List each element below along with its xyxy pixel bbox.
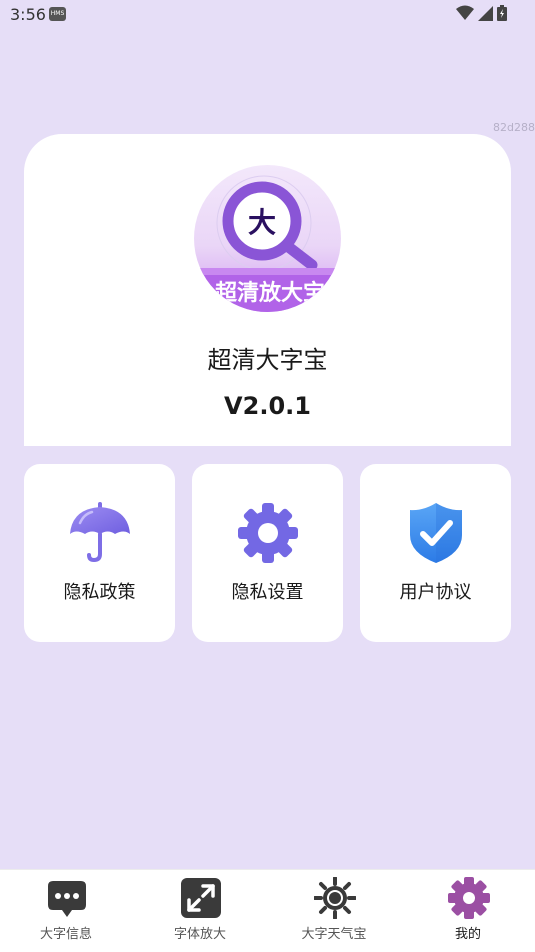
logo-banner-text: 超清放大宝 bbox=[214, 281, 325, 306]
privacy-settings-card[interactable]: 隐私设置 bbox=[192, 464, 343, 642]
status-bar: 3:56 HMS bbox=[0, 0, 535, 30]
nav-item-mine[interactable]: 我的 bbox=[418, 870, 518, 952]
privacy-settings-label: 隐私设置 bbox=[231, 582, 304, 603]
watermark-text: 82d288 bbox=[493, 121, 535, 134]
signal-icon bbox=[478, 5, 493, 21]
gear-icon bbox=[238, 503, 298, 563]
status-time: 3:56 bbox=[10, 5, 46, 24]
user-agreement-card[interactable]: 用户协议 bbox=[360, 464, 511, 642]
user-agreement-label: 用户协议 bbox=[399, 582, 472, 603]
status-icons bbox=[456, 5, 507, 21]
app-version: V2.0.1 bbox=[224, 392, 311, 420]
app-logo: 大 超清放大宝 bbox=[194, 165, 341, 312]
privacy-policy-card[interactable]: 隐私政策 bbox=[24, 464, 175, 642]
umbrella-icon bbox=[70, 502, 130, 563]
nav-label-font-enlarge: 字体放大 bbox=[173, 927, 226, 942]
nav-label-big-text-info: 大字信息 bbox=[39, 927, 92, 942]
bottom-nav: 大字信息 字体放大 大字天气宝 我的 bbox=[0, 869, 535, 952]
hms-badge: HMS bbox=[49, 7, 66, 21]
message-icon bbox=[48, 881, 86, 917]
nav-item-big-text-info[interactable]: 大字信息 bbox=[16, 870, 116, 952]
battery-icon bbox=[497, 5, 507, 21]
sun-icon bbox=[314, 877, 356, 919]
privacy-policy-label: 隐私政策 bbox=[63, 582, 136, 603]
shield-check-icon bbox=[410, 503, 462, 563]
nav-item-weather[interactable]: 大字天气宝 bbox=[284, 870, 384, 952]
wifi-icon bbox=[456, 5, 474, 20]
gear-icon bbox=[448, 877, 490, 919]
nav-label-weather: 大字天气宝 bbox=[301, 927, 367, 942]
app-name: 超清大字宝 bbox=[207, 346, 328, 374]
logo-glyph: 大 bbox=[247, 206, 276, 239]
expand-icon bbox=[181, 878, 221, 918]
nav-label-mine: 我的 bbox=[454, 927, 481, 942]
nav-item-font-enlarge[interactable]: 字体放大 bbox=[150, 870, 250, 952]
